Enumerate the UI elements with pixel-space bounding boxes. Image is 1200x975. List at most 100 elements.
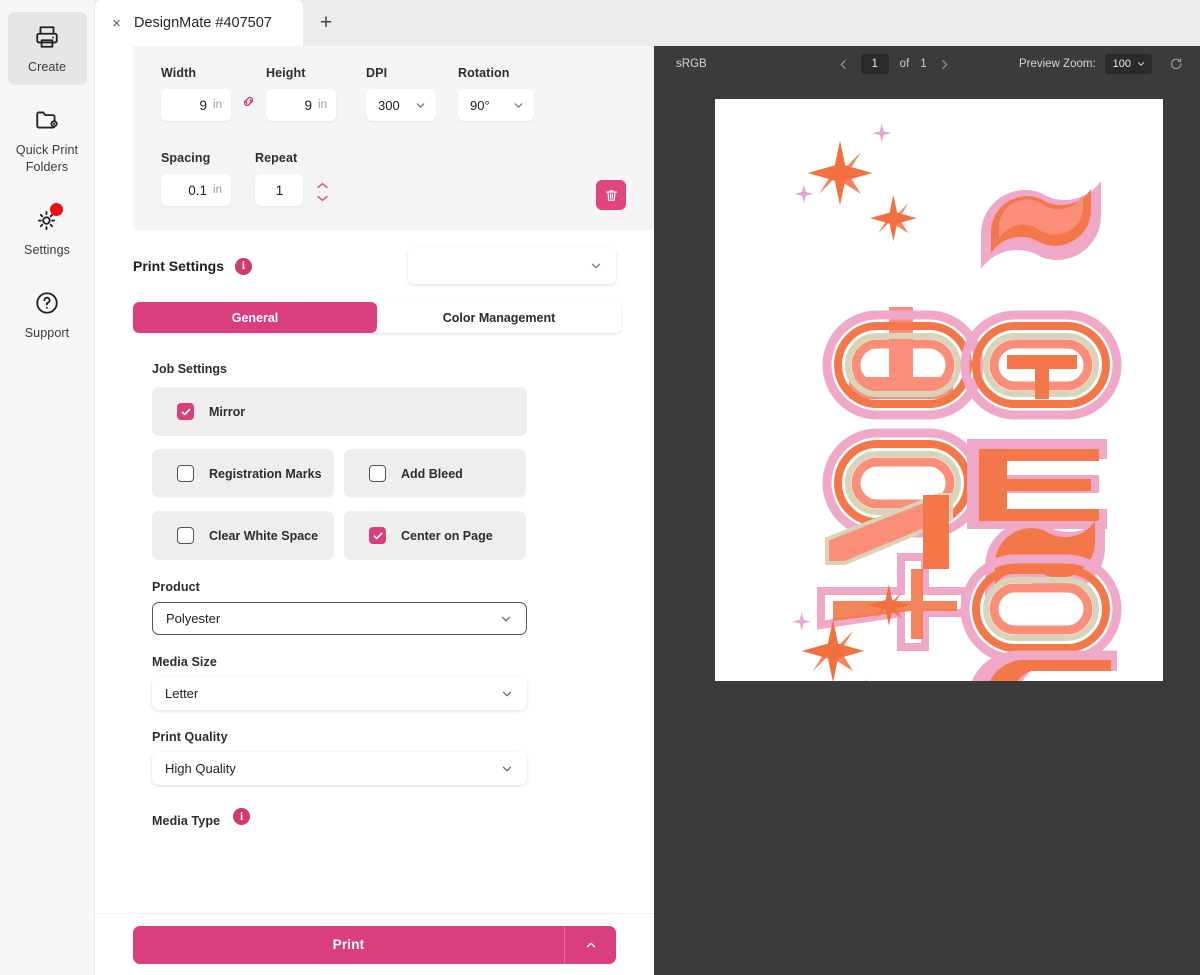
chevron-down-icon — [512, 99, 525, 112]
checkbox-mirror[interactable]: Mirror — [152, 387, 527, 436]
checkbox-clear-white-space[interactable]: Clear White Space — [152, 511, 334, 560]
checkbox-center-on-page[interactable]: Center on Page — [344, 511, 526, 560]
checkbox-label: Center on Page — [401, 528, 493, 543]
new-tab-button[interactable]: + — [303, 0, 349, 46]
artwork-canvas — [792, 123, 1163, 681]
preview-zoom-controls: Preview Zoom: 100 — [1019, 54, 1184, 74]
tab-bar: × DesignMate #407507 + — [95, 0, 1200, 46]
chevron-down-icon — [499, 612, 513, 626]
print-quality-label: Print Quality — [152, 730, 228, 744]
checkbox-indicator — [177, 465, 194, 482]
tab-general[interactable]: General — [133, 302, 377, 333]
checkbox-label: Mirror — [209, 404, 246, 419]
spacing-value: 0.1 — [188, 182, 208, 198]
reset-rotate-icon[interactable] — [1169, 57, 1184, 72]
product-select[interactable]: Polyester — [152, 602, 527, 635]
preview-zoom-select[interactable]: 100 — [1104, 54, 1152, 74]
product-value: Polyester — [166, 611, 221, 626]
info-icon[interactable]: i — [235, 257, 253, 275]
page-of-label: of — [899, 58, 910, 70]
dpi-select[interactable]: 300 — [366, 89, 436, 121]
media-size-value: Letter — [165, 686, 199, 701]
checkbox-indicator — [369, 465, 386, 482]
chevron-right-icon[interactable] — [938, 58, 951, 71]
preview-page[interactable] — [715, 99, 1163, 681]
height-value: 9 — [304, 97, 313, 113]
notification-badge — [50, 203, 63, 216]
chevron-up-icon[interactable] — [564, 925, 616, 964]
tab-color-management[interactable]: Color Management — [377, 302, 621, 333]
dimensions-row-1: Width 9 in Height 9 in DPI 300 Rotation … — [161, 66, 626, 121]
app-root: Create Quick Print Folders Settings Supp… — [0, 0, 1200, 975]
rotation-field-group: Rotation 90° — [458, 66, 534, 121]
print-action-bar: Print — [95, 913, 654, 975]
print-settings-tabs: General Color Management — [133, 302, 621, 333]
checkbox-add-bleed[interactable]: Add Bleed — [344, 449, 526, 498]
sidebar-item-support[interactable]: Support — [8, 278, 87, 351]
spacing-label: Spacing — [161, 151, 211, 165]
repeat-value: 1 — [275, 182, 284, 198]
tab-label: DesignMate #407507 — [134, 15, 272, 31]
preview-zoom-label: Preview Zoom: — [1018, 58, 1096, 70]
preview-zoom-value: 100 — [1112, 58, 1131, 70]
sidebar-item-label: Settings — [24, 243, 70, 257]
sparkle-group-top — [794, 123, 917, 242]
width-field-group: Width 9 in — [161, 66, 231, 121]
stepper-up-icon[interactable] — [315, 180, 330, 191]
letter-group-b1 — [981, 181, 1101, 269]
print-settings-header: Print Settings i — [133, 230, 654, 302]
sidebar-item-quick-print-folders[interactable]: Quick Print Folders — [8, 95, 87, 185]
print-quality-field-group: Print Quality High Quality — [152, 730, 654, 785]
print-settings-preset-select[interactable] — [408, 248, 616, 284]
repeat-input[interactable]: 1 — [255, 174, 303, 206]
letter-group-a1 — [827, 307, 979, 415]
letter-group-b2 — [965, 315, 1117, 415]
left-nav-rail: Create Quick Print Folders Settings Supp… — [0, 0, 95, 975]
page-number-input[interactable]: 1 — [860, 54, 889, 74]
gear-icon — [32, 203, 63, 235]
spacing-field-group: Spacing 0.1 in — [161, 151, 231, 206]
checkbox-row-2: Clear White Space Center on Page — [152, 511, 654, 560]
sparkle-group-bottom — [792, 584, 910, 681]
print-button-label: Print — [332, 937, 365, 952]
rotation-select[interactable]: 90° — [458, 89, 534, 121]
media-type-label: Media Type — [152, 814, 221, 828]
info-icon[interactable]: i — [233, 808, 251, 825]
preview-panel: sRGB 1 of 1 Preview Zoom: 100 — [654, 46, 1200, 975]
spacing-unit: in — [213, 184, 222, 196]
media-size-select[interactable]: Letter — [152, 677, 527, 710]
letter-group-b3 — [967, 439, 1107, 529]
repeat-field-group: Repeat 1 — [255, 151, 330, 206]
close-icon[interactable]: × — [111, 16, 122, 31]
print-settings-section: Print Settings i General Color Managemen… — [95, 230, 654, 333]
checkbox-registration-marks[interactable]: Registration Marks — [152, 449, 334, 498]
tab-designmate[interactable]: × DesignMate #407507 — [95, 0, 303, 46]
delete-layer-button[interactable] — [596, 180, 626, 210]
stepper-down-icon[interactable] — [315, 193, 330, 204]
print-button[interactable]: Print — [133, 925, 616, 964]
sidebar-item-label: Create — [27, 60, 67, 74]
question-circle-icon — [32, 288, 62, 318]
sidebar-item-settings[interactable]: Settings — [8, 195, 87, 268]
print-quality-select[interactable]: High Quality — [152, 752, 527, 785]
width-value: 9 — [199, 97, 208, 113]
dpi-label: DPI — [366, 66, 388, 80]
media-type-field-group: Media Type i — [152, 808, 654, 834]
settings-panel: Width 9 in Height 9 in DPI 300 Rotation … — [95, 46, 654, 975]
chevron-down-icon — [500, 762, 514, 776]
spacing-input[interactable]: 0.1 in — [161, 174, 231, 206]
dpi-value: 300 — [378, 97, 400, 113]
height-input[interactable]: 9 in — [266, 89, 336, 121]
width-input[interactable]: 9 in — [161, 89, 231, 121]
height-unit: in — [318, 99, 327, 111]
print-quality-value: High Quality — [165, 761, 236, 776]
dimensions-card: Width 9 in Height 9 in DPI 300 Rotation … — [133, 46, 654, 230]
checkbox-row-1: Registration Marks Add Bleed — [152, 449, 654, 498]
chevron-left-icon[interactable] — [837, 58, 850, 71]
dpi-field-group: DPI 300 — [366, 66, 436, 121]
job-settings-title: Job Settings — [152, 362, 228, 376]
sidebar-item-create[interactable]: Create — [7, 12, 87, 85]
chevron-down-icon — [500, 687, 514, 701]
height-label: Height — [266, 66, 306, 80]
link-chain-icon[interactable] — [240, 93, 257, 115]
